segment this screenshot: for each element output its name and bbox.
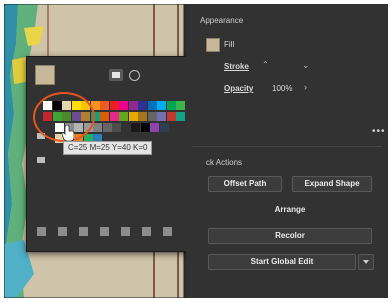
color-swatch[interactable] [159,123,169,132]
fill-swatch[interactable] [206,38,220,52]
start-global-edit-button[interactable]: Start Global Edit [208,254,356,270]
color-group-icon[interactable] [100,227,109,236]
new-swatch-icon[interactable] [142,227,151,236]
color-swatch[interactable] [100,112,109,121]
color-swatch[interactable] [102,123,112,132]
color-swatch[interactable] [131,123,140,132]
color-swatch[interactable] [150,123,159,132]
color-picker-tab-icon[interactable] [127,69,141,81]
global-edit-options-icon[interactable] [358,254,374,270]
recolor-button[interactable]: Recolor [208,228,372,244]
color-swatch[interactable] [128,112,138,121]
color-swatch[interactable] [166,101,176,110]
hand-cursor-icon [62,125,74,141]
offset-path-button[interactable]: Offset Path [208,176,282,192]
delete-swatch-icon[interactable] [163,227,172,236]
swatch-toolbar [37,227,193,239]
color-swatch[interactable] [119,101,128,110]
color-swatch[interactable] [109,112,119,121]
color-swatch[interactable] [128,101,138,110]
color-swatch[interactable] [121,123,131,132]
illustrator-window: C=25 M=25 Y=40 K=0 Appearance Fill Strok… [4,4,388,298]
swatch-options-icon[interactable] [79,227,88,236]
fill-label: Fill [224,40,235,49]
appearance-title: Appearance [200,16,244,25]
expand-shape-button[interactable]: Expand Shape [292,176,372,192]
color-swatch[interactable] [119,112,128,121]
swatch-tooltip: C=25 M=25 Y=40 K=0 [63,141,153,155]
properties-panel: Appearance Fill Stroke ⌃ ⌄ Opacity 100% … [186,4,388,298]
new-group-icon[interactable] [121,227,130,236]
color-swatch[interactable] [109,101,119,110]
swatches-popup: C=25 M=25 Y=40 K=0 [26,56,202,252]
more-options-icon[interactable]: ••• [372,126,386,137]
stroke-stepper-icon[interactable]: ⌃ [262,60,269,69]
color-swatch[interactable] [157,112,166,121]
color-swatch[interactable] [176,112,185,121]
swatch-library-icon[interactable] [37,227,46,236]
color-swatch[interactable] [147,112,157,121]
color-swatch[interactable] [138,101,147,110]
color-swatch[interactable] [138,112,147,121]
color-swatch[interactable] [93,123,102,132]
color-swatch[interactable] [140,123,150,132]
opacity-chevron-icon[interactable]: › [304,82,307,92]
color-swatch[interactable] [112,123,121,132]
opacity-label[interactable]: Opacity [224,84,253,93]
arrange-button[interactable]: Arrange [208,202,372,218]
color-swatch[interactable] [157,101,166,110]
fill-color-preview [35,65,55,85]
quick-actions-title: ck Actions [206,158,243,167]
stroke-dropdown-icon[interactable]: ⌄ [302,60,310,71]
color-swatch[interactable] [166,112,176,121]
color-swatch[interactable] [100,101,109,110]
swatches-tab-icon[interactable] [109,69,123,81]
folder-icon [37,157,45,163]
divider [192,146,382,147]
show-kinds-icon[interactable] [58,227,67,236]
color-swatch[interactable] [176,101,185,110]
color-swatch[interactable] [147,101,157,110]
opacity-value[interactable]: 100% [272,84,292,93]
stroke-label[interactable]: Stroke [224,62,249,71]
